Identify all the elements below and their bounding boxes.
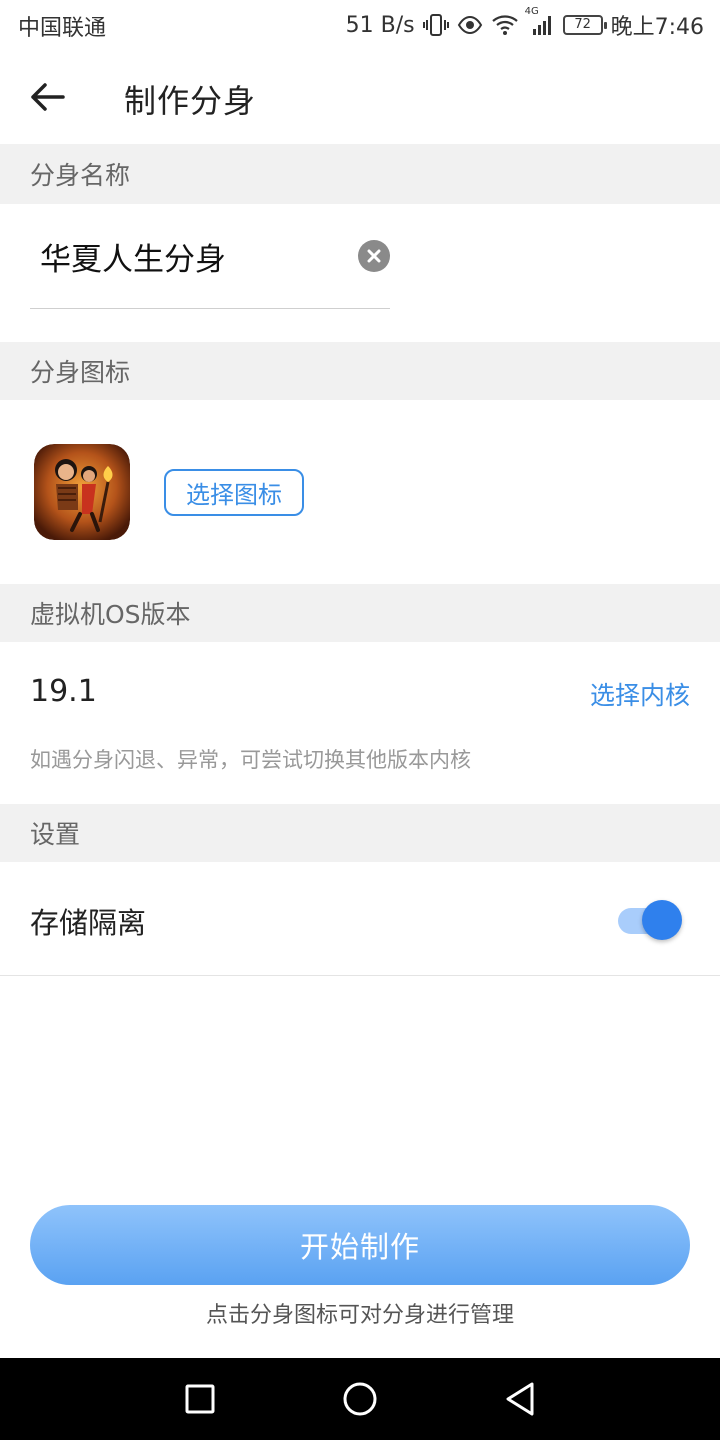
eye-icon <box>457 12 483 38</box>
game-icon <box>34 444 130 540</box>
vibrate-icon <box>422 12 449 38</box>
navigation-bar <box>0 1358 720 1440</box>
back-button[interactable] <box>22 72 72 122</box>
section-header-settings: 设置 <box>0 804 720 862</box>
name-input[interactable] <box>40 234 350 278</box>
toggle-thumb <box>642 900 682 940</box>
section-header-icon: 分身图标 <box>0 342 720 400</box>
page-title: 制作分身 <box>124 82 257 120</box>
os-version: 19.1 <box>30 674 97 709</box>
app-icon[interactable] <box>34 444 130 540</box>
status-bar: 中国联通 51 B/s 4G 72 晚上7:46 <box>0 0 720 50</box>
home-button[interactable] <box>338 1377 382 1421</box>
title-bar: 制作分身 <box>0 50 720 144</box>
circle-icon <box>343 1382 377 1416</box>
storage-isolation-toggle[interactable] <box>618 900 682 940</box>
start-create-button[interactable]: 开始制作 <box>30 1205 690 1285</box>
choose-icon-button[interactable]: 选择图标 <box>164 469 304 516</box>
wifi-icon <box>491 12 519 38</box>
carrier-label: 中国联通 <box>18 16 107 41</box>
name-field <box>30 220 390 309</box>
arrow-left-icon <box>31 83 65 111</box>
square-icon <box>185 1384 215 1414</box>
storage-isolation-label: 存储隔离 <box>30 906 147 940</box>
recents-button[interactable] <box>178 1377 222 1421</box>
net-speed: 51 B/s <box>345 12 415 38</box>
storage-isolation-row: 存储隔离 <box>0 862 720 976</box>
battery-icon: 72 <box>562 15 607 35</box>
section-header-name: 分身名称 <box>0 144 720 204</box>
signal-icon: 4G <box>525 6 555 38</box>
clear-button[interactable] <box>358 240 390 272</box>
triangle-back-icon <box>506 1382 534 1416</box>
choose-kernel-link[interactable]: 选择内核 <box>590 676 690 712</box>
clear-icon <box>367 249 381 263</box>
section-header-os: 虚拟机OS版本 <box>0 584 720 642</box>
manage-hint: 点击分身图标可对分身进行管理 <box>205 1303 514 1328</box>
network-type: 4G <box>524 6 539 17</box>
clock: 晚上7:46 <box>610 15 704 40</box>
status-icons: 51 B/s 4G 72 晚上7:46 <box>345 6 704 41</box>
version-hint: 如遇分身闪退、异常，可尝试切换其他版本内核 <box>30 748 471 772</box>
back-nav-button[interactable] <box>498 1377 542 1421</box>
